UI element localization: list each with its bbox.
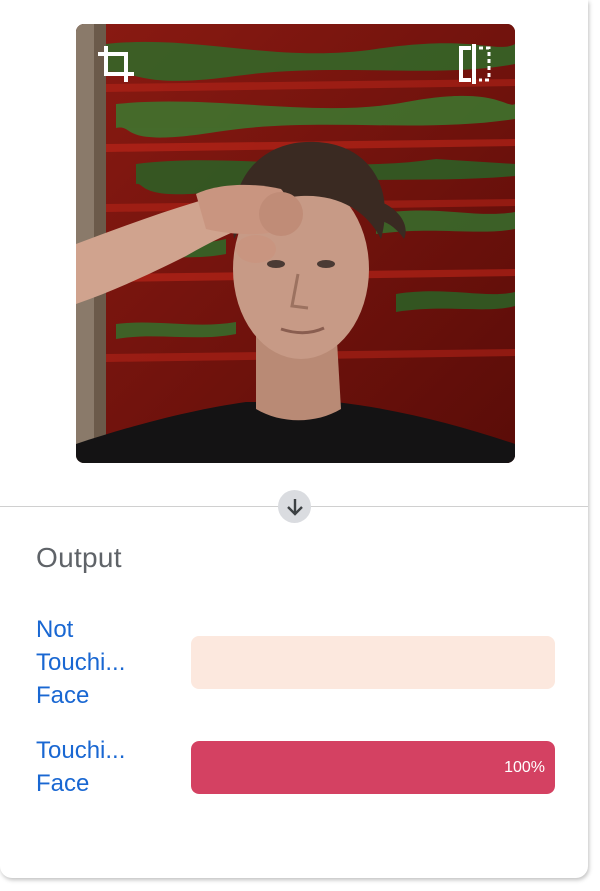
model-card: Output Not Touchi... Face Touchi... Face… [0, 0, 588, 878]
class-label-not-touching-face: Not Touchi... Face [36, 613, 166, 712]
confidence-bar-touching-face: 100% [191, 741, 555, 794]
crop-icon [98, 46, 134, 82]
webcam-frame-image [76, 24, 515, 463]
flip-icon [459, 44, 491, 84]
label-line: Touchi... [36, 737, 126, 764]
confidence-percent: 100% [504, 759, 545, 776]
label-line: Not [36, 616, 74, 643]
label-line: Face [36, 770, 90, 797]
arrow-down-icon [286, 498, 303, 516]
label-line: Touchi... [36, 649, 126, 676]
class-label-touching-face: Touchi... Face [36, 734, 166, 800]
webcam-preview [76, 24, 515, 463]
output-title: Output [36, 542, 122, 573]
flip-button[interactable] [453, 42, 497, 86]
confidence-bar-not-touching-face [191, 636, 555, 689]
crop-button[interactable] [94, 42, 138, 86]
confidence-bar-fill [191, 741, 555, 794]
arrow-down-indicator [278, 490, 311, 523]
label-line: Face [36, 682, 90, 709]
